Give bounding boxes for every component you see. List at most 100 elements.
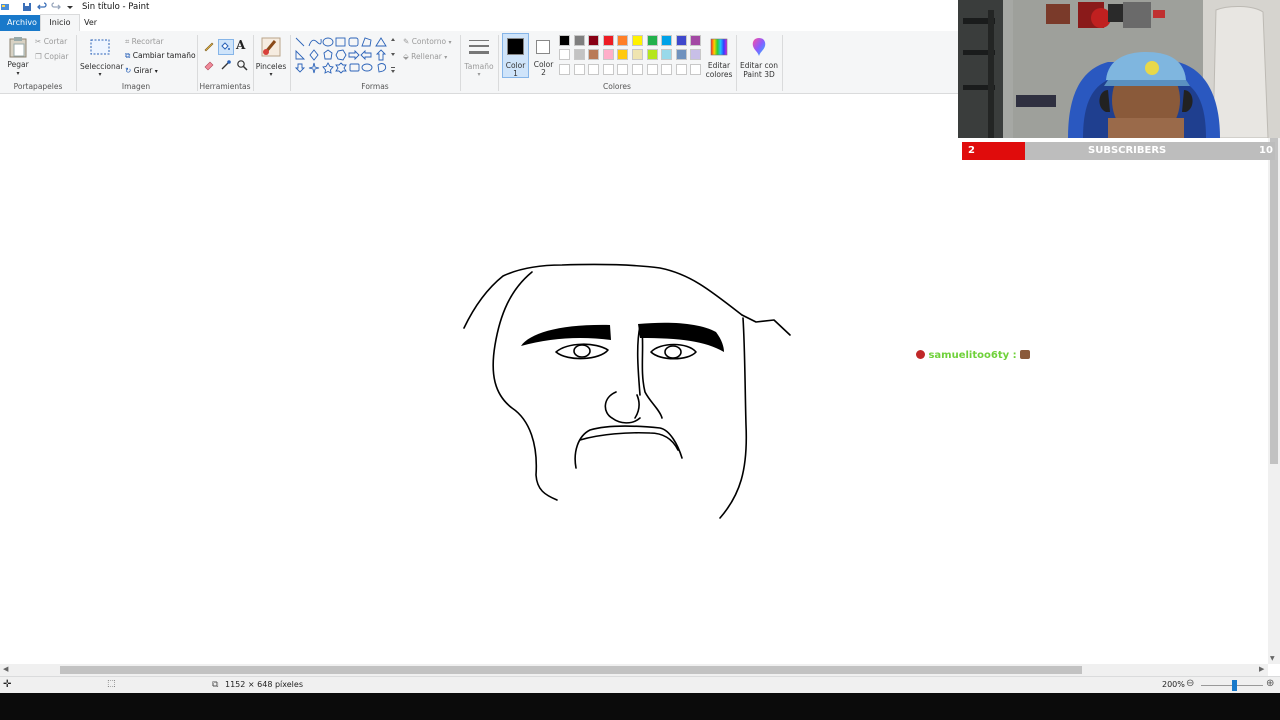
zoom-out-icon[interactable]: ⊖ xyxy=(1186,678,1194,689)
drawing-canvas[interactable] xyxy=(0,94,1268,662)
custom-color-slot[interactable] xyxy=(588,63,600,75)
scroll-left-icon[interactable]: ◀ xyxy=(3,665,8,673)
horizontal-scroll-thumb[interactable] xyxy=(60,666,1082,674)
quick-access-dropdown-icon[interactable] xyxy=(65,2,75,12)
brushes-button[interactable]: Pinceles ▾ xyxy=(256,33,286,79)
copy-button[interactable]: ❐ Copiar xyxy=(35,52,68,61)
select-button[interactable]: Seleccionar ▾ xyxy=(80,33,123,79)
palette-swatch[interactable] xyxy=(602,49,614,61)
palette-swatch[interactable] xyxy=(573,35,585,46)
color-picker-icon[interactable] xyxy=(220,59,232,71)
palette-swatch[interactable] xyxy=(617,35,629,46)
paint3d-line2: Paint 3D xyxy=(743,70,775,79)
bucket-icon xyxy=(221,42,230,50)
rotate-button[interactable]: ↻ Girar ▾ xyxy=(125,66,158,75)
edit-colors-line2: colores xyxy=(705,70,733,79)
custom-color-slot[interactable] xyxy=(632,63,643,75)
outline-label: Contorno xyxy=(411,37,447,46)
edit-colors-button[interactable]: Editar colores xyxy=(705,33,733,79)
selection-size-icon: ⬚ xyxy=(107,679,116,689)
custom-color-slot[interactable] xyxy=(617,63,629,75)
palette-swatch[interactable] xyxy=(559,35,570,46)
tab-ver[interactable]: Ver xyxy=(80,15,101,31)
tab-archivo[interactable]: Archivo xyxy=(0,15,44,31)
select-rectangle-icon xyxy=(90,39,110,55)
palette-swatch[interactable] xyxy=(632,35,643,46)
custom-color-slot[interactable] xyxy=(690,63,702,75)
vertical-scroll-thumb[interactable] xyxy=(1270,120,1278,464)
fill-tool-button[interactable] xyxy=(218,39,234,55)
edit-with-paint3d-button[interactable]: Editar con Paint 3D xyxy=(738,33,780,79)
zoom-in-icon[interactable]: ⊕ xyxy=(1266,678,1274,689)
palette-swatch[interactable] xyxy=(559,49,570,61)
ribbon-tabs: Archivo Inicio Ver xyxy=(0,14,958,32)
redo-icon[interactable] xyxy=(51,2,61,12)
title-bar: Sin título - Paint xyxy=(0,0,958,15)
palette-swatch[interactable] xyxy=(632,49,643,61)
palette-swatch[interactable] xyxy=(646,35,658,46)
custom-color-slot[interactable] xyxy=(602,63,614,75)
size-button[interactable]: Tamaño ▾ xyxy=(463,33,495,79)
paste-button[interactable]: Pegar ▾ xyxy=(5,33,31,79)
subscriber-current-count: 2 xyxy=(968,145,975,156)
edit-colors-line1: Editar xyxy=(707,61,731,70)
letterbox-bar xyxy=(0,693,1280,720)
custom-color-slot[interactable] xyxy=(675,63,687,75)
canvas-size-icon: ⧉ xyxy=(212,680,219,690)
palette-swatch[interactable] xyxy=(675,49,687,61)
brush-icon xyxy=(261,37,281,57)
outline-icon: ✎ xyxy=(403,37,410,46)
paint3d-line1: Editar con xyxy=(739,61,779,70)
resize-label: Cambiar tamaño xyxy=(132,51,196,60)
copy-label: Copiar xyxy=(44,52,69,61)
cut-label: Cortar xyxy=(43,37,68,46)
shapes-gallery[interactable] xyxy=(295,37,397,77)
palette-swatch[interactable] xyxy=(675,35,687,46)
rotate-label: Girar xyxy=(133,66,153,75)
fill-button[interactable]: ⬙ Rellenar ▾ xyxy=(403,52,447,61)
text-tool-icon[interactable]: A xyxy=(236,38,245,52)
custom-color-slot[interactable] xyxy=(559,63,570,75)
select-dropdown-icon: ▾ xyxy=(98,71,102,78)
webcam-image xyxy=(958,0,1280,138)
color1-button[interactable]: Color 1 xyxy=(502,33,529,78)
palette-swatch[interactable] xyxy=(690,49,702,61)
paint3d-icon xyxy=(752,38,766,56)
magnifier-icon[interactable] xyxy=(236,59,248,71)
resize-icon: ⧉ xyxy=(125,51,131,60)
shapes-group-label: Formas xyxy=(361,82,389,91)
custom-color-slot[interactable] xyxy=(661,63,673,75)
window-title: Sin título - Paint xyxy=(82,2,150,12)
cut-button[interactable]: ✂ Cortar xyxy=(35,37,67,46)
pencil-icon[interactable] xyxy=(203,40,215,52)
undo-icon[interactable] xyxy=(37,2,47,12)
palette-swatch[interactable] xyxy=(661,35,673,46)
zoom-slider-thumb[interactable] xyxy=(1232,680,1237,691)
fill-label: Rellenar xyxy=(411,52,442,61)
scroll-right-icon[interactable]: ▶ xyxy=(1259,665,1264,673)
tab-inicio[interactable]: Inicio xyxy=(40,14,80,31)
custom-color-slot[interactable] xyxy=(646,63,658,75)
palette-swatch[interactable] xyxy=(602,35,614,46)
scroll-down-icon[interactable]: ▼ xyxy=(1270,655,1275,662)
save-icon[interactable] xyxy=(22,2,32,12)
clipboard-group-label: Portapapeles xyxy=(13,82,63,91)
outline-button[interactable]: ✎ Contorno ▾ xyxy=(403,37,452,46)
palette-swatch[interactable] xyxy=(588,49,600,61)
eraser-icon[interactable] xyxy=(203,59,215,71)
custom-color-slot[interactable] xyxy=(573,63,585,75)
palette-swatch[interactable] xyxy=(588,35,600,46)
palette-swatch[interactable] xyxy=(661,49,673,61)
line-width-icon xyxy=(469,40,489,54)
palette-swatch[interactable] xyxy=(617,49,629,61)
resize-button[interactable]: ⧉ Cambiar tamaño xyxy=(125,51,196,61)
palette-swatch[interactable] xyxy=(646,49,658,61)
brushes-dropdown-icon: ▾ xyxy=(269,71,273,78)
crop-button[interactable]: ⌗ Recortar xyxy=(125,37,164,47)
color2-button[interactable]: Color 2 xyxy=(531,33,558,78)
fill-bucket-icon: ⬙ xyxy=(403,52,409,61)
palette-swatch[interactable] xyxy=(573,49,585,61)
copy-icon: ❐ xyxy=(35,52,42,61)
webcam-overlay xyxy=(958,0,1280,138)
palette-swatch[interactable] xyxy=(690,35,702,46)
